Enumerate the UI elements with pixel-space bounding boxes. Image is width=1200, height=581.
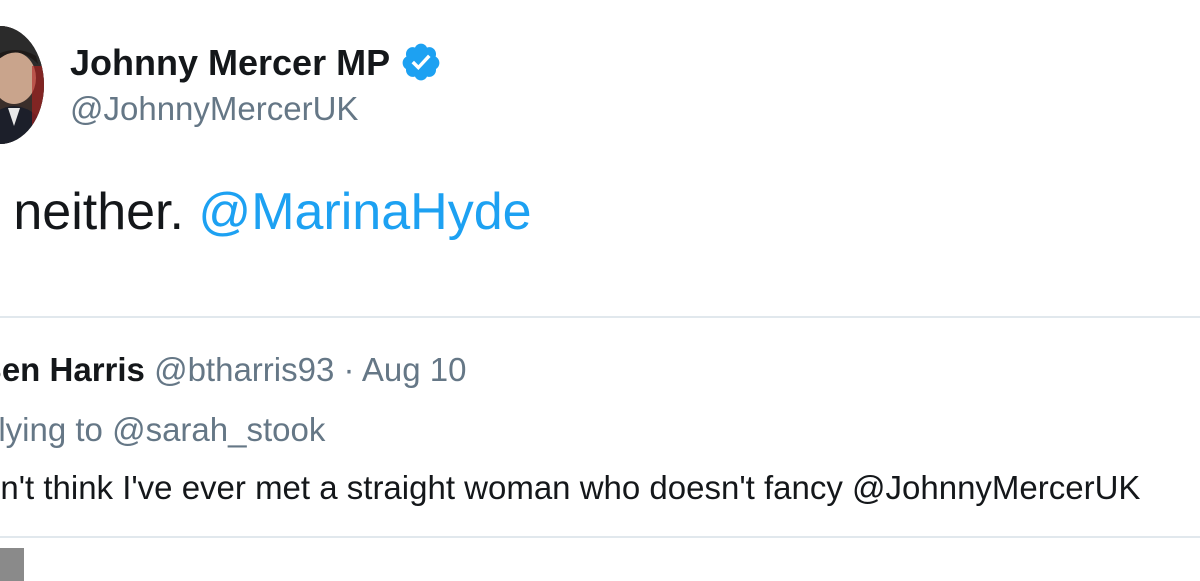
tweet-mention-link[interactable]: @MarinaHyde — [198, 183, 531, 241]
quoted-tweet-header: Ben Harris @btharris93 · Aug 10 — [0, 348, 466, 392]
author-handle[interactable]: @JohnnyMercerUK — [70, 87, 358, 131]
quoted-tweet-date[interactable]: Aug 10 — [362, 351, 467, 388]
quoted-tweet-card[interactable]: Ben Harris @btharris93 · Aug 10 plying t… — [0, 316, 1200, 538]
quoted-author-name[interactable]: Ben Harris — [0, 351, 145, 388]
tweet-text: e neither. @MarinaHyde — [0, 181, 532, 243]
author-avatar[interactable] — [0, 26, 44, 144]
author-name[interactable]: Johnny Mercer MP — [70, 40, 390, 86]
quoted-tweet-text: on't think I've ever met a straight woma… — [0, 469, 1141, 506]
replying-to-line[interactable]: plying to @sarah_stook — [0, 408, 325, 452]
tweet-text-body: e neither. — [0, 183, 184, 241]
verified-badge-icon — [402, 43, 440, 81]
screenshot-canvas: Johnny Mercer MP @JohnnyMercerUK e neith… — [0, 0, 1200, 581]
avatar-image — [0, 26, 44, 144]
quoted-author-handle[interactable]: @btharris93 — [154, 351, 334, 388]
image-credit-badge — [0, 548, 24, 581]
header-separator: · — [343, 351, 355, 388]
